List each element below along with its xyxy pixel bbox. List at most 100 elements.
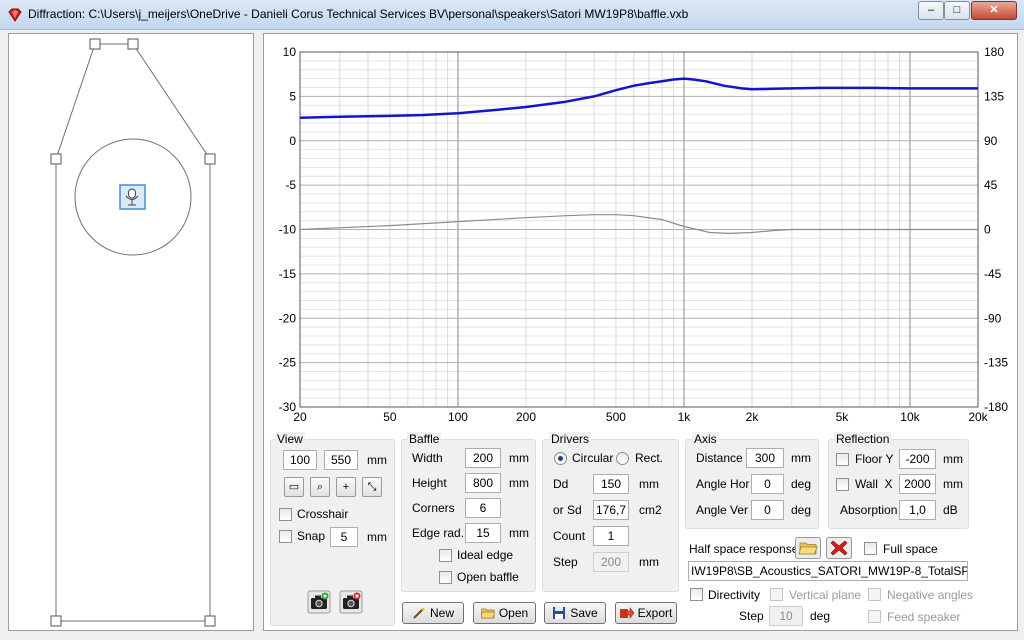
view-y-field[interactable]: 550	[324, 450, 358, 470]
new-label: New	[429, 606, 454, 620]
diamond-icon	[8, 8, 22, 22]
camera-add-icon[interactable]	[307, 590, 331, 614]
vertex-handle	[127, 38, 139, 50]
vertex-handle	[204, 153, 216, 165]
y-left-tick-label: -10	[279, 223, 297, 237]
y-left-tick-label: -5	[285, 178, 296, 192]
x-tick-label: 2k	[746, 410, 760, 424]
y-right-tick-label: -45	[984, 267, 1002, 281]
width-label: Width	[412, 451, 443, 465]
view-unit: mm	[367, 453, 387, 467]
angle-ver-label: Angle Ver	[696, 503, 749, 517]
sd-field[interactable]: 176,7	[593, 500, 629, 520]
edge-radius-label: Edge rad.	[412, 526, 465, 540]
x-tick-label: 5k	[836, 410, 850, 424]
y-right-tick-label: 135	[984, 89, 1004, 103]
camera-remove-icon[interactable]	[339, 590, 363, 614]
zoom-fit-icon[interactable]: ▭	[284, 477, 304, 497]
circular-radio[interactable]	[554, 452, 567, 465]
floor-field[interactable]: -200	[899, 449, 936, 469]
y-left-tick-label: -20	[279, 311, 297, 325]
directivity-checkbox[interactable]	[690, 588, 703, 601]
height-unit: mm	[509, 476, 529, 490]
x-tick-label: 100	[448, 410, 468, 424]
snap-checkbox[interactable]	[279, 530, 292, 543]
y-left-tick-label: -15	[279, 267, 297, 281]
distance-label: Distance	[696, 451, 743, 465]
baffle-group-title: Baffle	[407, 432, 442, 446]
distance-field[interactable]: 300	[746, 448, 784, 468]
width-field[interactable]: 200	[465, 448, 501, 468]
wall-checkbox[interactable]	[836, 478, 849, 491]
feed-speaker-label: Feed speaker	[887, 610, 961, 624]
minimize-button[interactable]: –	[918, 1, 944, 20]
width-unit: mm	[509, 451, 529, 465]
count-field[interactable]: 1	[593, 526, 629, 546]
absorption-label: Absorption	[840, 503, 898, 517]
x-tick-label: 10k	[900, 410, 920, 424]
absorption-field[interactable]: 1,0	[899, 500, 936, 520]
y-right-tick-label: 0	[984, 223, 991, 237]
y-left-tick-label: 0	[289, 134, 296, 148]
drivers-group-title: Drivers	[549, 432, 591, 446]
ideal-edge-checkbox[interactable]	[439, 549, 452, 562]
export-button[interactable]: Export	[615, 602, 677, 624]
baffle-canvas[interactable]	[8, 33, 254, 631]
x-tick-label: 500	[606, 410, 626, 424]
dd-field[interactable]: 150	[593, 474, 629, 494]
x-tick-label: 200	[516, 410, 536, 424]
dd-unit: mm	[639, 477, 659, 491]
angle-ver-field[interactable]: 0	[751, 500, 784, 520]
floppy-disk-icon	[553, 607, 566, 619]
rect-radio[interactable]	[616, 452, 629, 465]
folder-open-icon[interactable]	[795, 537, 821, 559]
feed-speaker-checkbox	[868, 610, 881, 623]
dd-label: Dd	[553, 477, 569, 491]
x-tick-label: 1k	[678, 410, 692, 424]
vertex-handle	[204, 615, 216, 627]
snap-unit: mm	[367, 530, 387, 544]
y-left-tick-label: 10	[283, 45, 297, 59]
full-space-checkbox[interactable]	[864, 542, 877, 555]
corners-field[interactable]: 6	[465, 498, 501, 518]
count-label: Count	[553, 529, 586, 543]
new-button[interactable]: New	[402, 602, 464, 624]
angle-hor-field[interactable]: 0	[751, 474, 784, 494]
crosshair-checkbox[interactable]	[279, 508, 292, 521]
red-x-icon[interactable]	[826, 537, 852, 559]
y-right-tick-label: -90	[984, 311, 1002, 325]
zoom-in-icon[interactable]: +	[336, 477, 356, 497]
negative-angles-label: Negative angles	[887, 588, 974, 602]
edge-radius-field[interactable]: 15	[465, 523, 501, 543]
zoom-select-icon[interactable]: ⌕	[310, 477, 330, 497]
driver-step-field: 200	[593, 552, 629, 572]
rect-label: Rect.	[635, 451, 664, 465]
open-button[interactable]: Open	[473, 602, 536, 624]
export-arrow-icon	[619, 607, 634, 619]
frequency-response-chart[interactable]: 1050-5-10-15-20-25-3018013590450-45-90-1…	[264, 34, 1017, 427]
vertex-handle	[50, 615, 62, 627]
angle-hor-label: Angle Hor	[696, 477, 750, 491]
height-field[interactable]: 800	[465, 473, 501, 493]
corners-label: Corners	[412, 501, 455, 515]
save-button[interactable]: Save	[544, 602, 606, 624]
floor-checkbox[interactable]	[836, 453, 849, 466]
view-x-field[interactable]: 100	[283, 450, 317, 470]
snap-field[interactable]: 5	[330, 527, 358, 547]
absorption-unit: dB	[943, 503, 958, 517]
vertical-plane-checkbox	[770, 588, 783, 601]
y-left-tick-label: 5	[289, 89, 296, 103]
open-label: Open	[498, 606, 529, 620]
angle-ver-unit: deg	[791, 503, 812, 517]
circular-label: Circular	[572, 451, 614, 465]
close-button[interactable]: ✕	[971, 1, 1017, 20]
open-baffle-checkbox[interactable]	[439, 571, 452, 584]
zoom-extents-icon[interactable]: ⤡	[362, 477, 382, 497]
folder-icon	[480, 608, 495, 619]
response-file-field[interactable]: IW19P8\SB_Acoustics_SATORI_MW19P-8_Total…	[688, 561, 968, 581]
open-baffle-label: Open baffle	[457, 570, 519, 584]
y-left-tick-label: -25	[279, 356, 297, 370]
maximize-button[interactable]: □	[944, 1, 970, 20]
wall-field[interactable]: 2000	[899, 474, 936, 494]
x-tick-label: 20k	[968, 410, 988, 424]
